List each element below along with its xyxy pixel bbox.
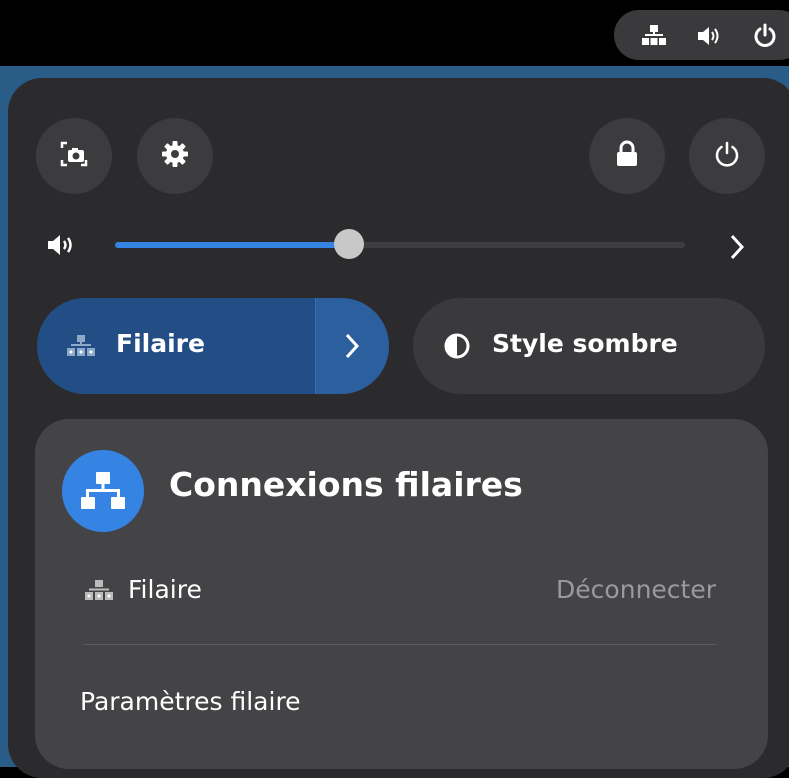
disconnect-button[interactable]: Déconnecter (556, 575, 716, 604)
chevron-right-icon[interactable] (727, 233, 747, 265)
wired-connection-label: Filaire (128, 575, 202, 604)
network-wired-icon (66, 333, 96, 365)
dark-style-label: Style sombre (492, 329, 678, 358)
power-button[interactable] (689, 118, 765, 194)
lock-icon (614, 140, 640, 172)
screenshot-button[interactable] (36, 118, 112, 194)
volume-slider-fill (115, 242, 349, 248)
wired-connection-item[interactable]: Filaire Déconnecter (80, 575, 720, 611)
volume-icon (696, 23, 722, 49)
wired-menu-title: Connexions filaires (169, 465, 523, 504)
power-icon (752, 23, 778, 49)
dark-style-icon (443, 332, 471, 366)
wired-toggle-label: Filaire (116, 329, 205, 358)
wired-settings-item[interactable]: Paramètres filaire (80, 687, 301, 716)
wired-connections-menu: Connexions filaires Filaire Déconnecter … (35, 419, 768, 769)
chevron-right-icon (342, 332, 362, 366)
menu-divider (83, 644, 717, 645)
system-tray[interactable] (614, 10, 789, 60)
volume-icon[interactable] (46, 232, 80, 262)
volume-slider-handle[interactable] (333, 229, 364, 259)
wired-toggle[interactable]: Filaire (37, 298, 389, 394)
wired-menu-expand-button[interactable] (315, 298, 389, 394)
screenshot-icon (59, 139, 89, 173)
gear-icon (161, 140, 189, 172)
power-icon (713, 140, 741, 172)
lock-button[interactable] (589, 118, 665, 194)
volume-slider[interactable] (115, 229, 685, 259)
settings-button[interactable] (137, 118, 213, 194)
network-wired-icon (641, 23, 667, 49)
network-wired-icon (84, 579, 114, 609)
dark-style-toggle[interactable]: Style sombre (413, 298, 765, 394)
network-wired-icon (62, 450, 144, 532)
